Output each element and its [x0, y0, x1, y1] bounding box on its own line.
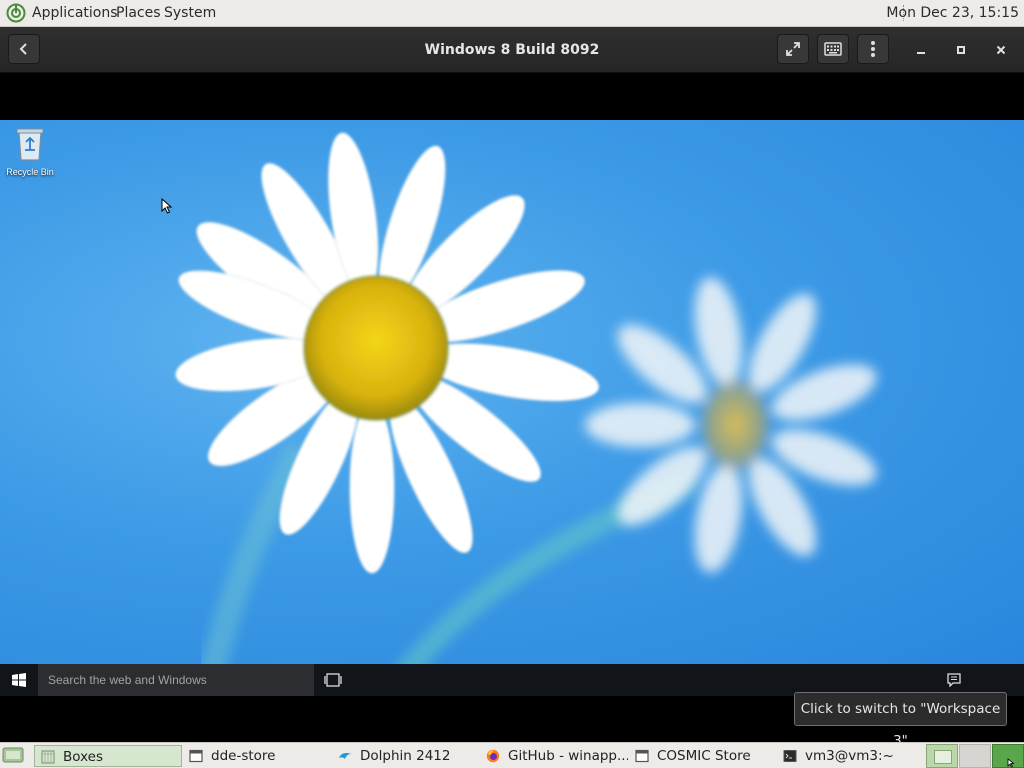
taskbar-item-label: Dolphin 2412 — [360, 748, 451, 764]
maximize-button[interactable] — [948, 37, 974, 63]
clock[interactable]: Mon Dec 23, 15:15 — [886, 0, 1019, 26]
debian-logo-icon[interactable] — [6, 3, 26, 23]
keyboard-icon — [824, 42, 842, 56]
taskbar-item-label: vm3@vm3:~ — [805, 748, 894, 764]
bottom-panel: Boxes dde-store Dolphin 2412 GitHub - wi… — [0, 742, 1024, 768]
taskbar-item-boxes[interactable]: Boxes — [34, 745, 182, 767]
workspace-1[interactable] — [926, 744, 958, 768]
close-icon — [996, 45, 1006, 55]
back-arrow-icon — [19, 43, 27, 55]
mouse-cursor-icon — [1007, 758, 1015, 768]
more-options-button[interactable] — [857, 34, 889, 64]
recycle-bin-label: Recycle Bin — [6, 167, 54, 177]
workspace-window-thumb — [934, 750, 952, 764]
dolphin-icon — [339, 753, 351, 759]
workspace-tooltip: Click to switch to "Workspace 3" — [794, 692, 1007, 749]
workspace-2[interactable] — [959, 744, 991, 768]
taskbar-item-github-firefox[interactable]: GitHub - winapp... — [480, 745, 628, 767]
taskbar-item-terminal[interactable]: vm3@vm3:~ — [777, 745, 917, 767]
minimize-icon — [917, 52, 925, 54]
maximize-icon — [957, 46, 965, 54]
system-menu[interactable]: System — [164, 0, 216, 26]
boxes-headerbar: Windows 8 Build 8092 — [0, 27, 1024, 73]
top-panel: Applications Places System Mon Dec 23, 1… — [0, 0, 1024, 27]
keyboard-button[interactable] — [817, 34, 849, 64]
workspace-3[interactable] — [992, 744, 1024, 768]
fullscreen-icon — [786, 42, 800, 56]
daisy-wallpaper — [175, 132, 877, 664]
window-icon — [189, 749, 203, 763]
minimize-button[interactable] — [908, 37, 934, 63]
guest-desktop[interactable]: Recycle Bin — [0, 120, 1024, 664]
places-menu[interactable]: Places — [116, 0, 161, 26]
show-desktop-icon[interactable] — [2, 745, 24, 765]
taskbar-item-label: COSMIC Store — [657, 748, 751, 764]
taskbar-item-dde-store[interactable]: dde-store — [183, 745, 331, 767]
window-title: Windows 8 Build 8092 — [424, 42, 600, 58]
boxes-icon — [41, 750, 55, 764]
fullscreen-button[interactable] — [777, 34, 809, 64]
letterbox-top — [0, 73, 1024, 120]
taskbar-item-label: Boxes — [63, 749, 104, 765]
desktop-icon-recycle-bin[interactable]: Recycle Bin — [4, 126, 56, 177]
window-icon — [635, 749, 649, 763]
task-view-icon[interactable] — [324, 673, 342, 687]
taskbar-item-label: GitHub - winapp... — [508, 748, 628, 764]
taskbar-item-cosmic-store[interactable]: COSMIC Store — [629, 745, 777, 767]
firefox-icon — [486, 749, 500, 763]
windows-search-box[interactable]: Search the web and Windows — [38, 664, 314, 696]
taskbar-item-label: dde-store — [211, 748, 276, 764]
mouse-cursor-icon — [161, 198, 173, 214]
back-button[interactable] — [8, 34, 40, 64]
more-options-icon — [871, 41, 875, 57]
workspace-switcher — [926, 744, 1024, 768]
applications-menu[interactable]: Applications — [32, 0, 118, 26]
windows-start-icon[interactable] — [12, 673, 26, 687]
recycle-bin-icon — [16, 128, 44, 161]
close-button[interactable] — [988, 37, 1014, 63]
taskbar-item-dolphin[interactable]: Dolphin 2412 — [332, 745, 480, 767]
action-center-icon[interactable] — [947, 673, 961, 687]
terminal-icon — [783, 750, 797, 762]
